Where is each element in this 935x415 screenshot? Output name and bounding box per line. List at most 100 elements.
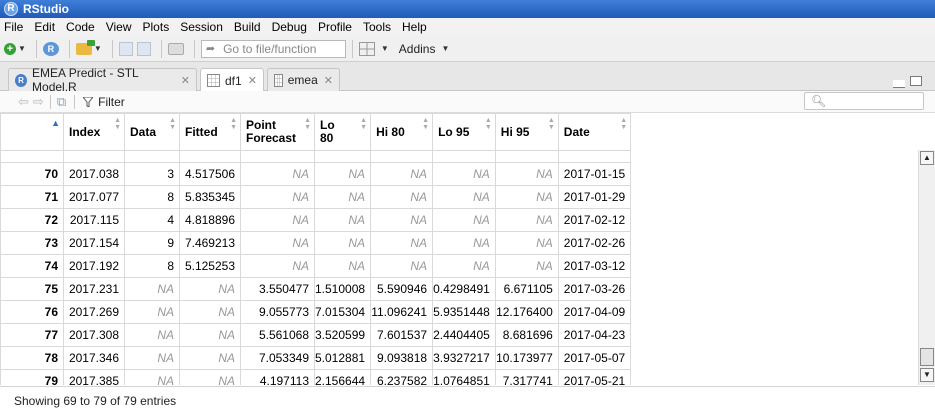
table-cell: 11.096241 [370,300,434,324]
row-number-cell: 76 [0,300,64,324]
table-cell [313,150,372,163]
table-row: 77 2017.308 NA NA 5.561068 3.520599 7.601537 2.… [0,323,632,347]
scrollbar-thumb[interactable] [920,348,934,366]
minimize-pane-button[interactable] [893,80,905,88]
close-icon[interactable]: ✕ [181,74,190,87]
column-header-rownum[interactable]: ▲ [0,113,64,151]
table-row: 74 2017.192 8 5.125253 NA NA NA NA NA 2017-03-12 [0,254,632,278]
row-number-cell: 71 [0,185,64,209]
table-cell: NA [240,185,315,209]
menu-view[interactable]: View [106,20,132,34]
table-cell: NA [494,208,559,232]
column-header[interactable]: Lo 80 ▲ ▼ [313,113,372,151]
column-header[interactable]: Index ▲ ▼ [63,113,125,151]
tab-emea-predict-script[interactable]: R EMEA Predict - STL Model.R ✕ [8,66,197,94]
window-title: RStudio [23,2,69,16]
sort-icon: ▲ ▼ [230,117,237,131]
column-header[interactable]: Fitted ▲ ▼ [179,113,241,151]
tab-df1[interactable]: df1 ✕ [200,68,264,92]
table-cell: NA [370,254,434,278]
print-button[interactable] [167,39,184,59]
addins-button[interactable]: Addins ▼ [393,39,450,59]
menu-build[interactable]: Build [234,20,261,34]
back-arrow-icon[interactable]: ⇦ [18,94,29,110]
menu-debug[interactable]: Debug [272,20,307,34]
table-cell: NA [179,346,241,370]
new-file-button[interactable]: + ▼ [4,39,26,59]
table-cell: 7.317741 [494,369,559,385]
menu-plots[interactable]: Plots [143,20,170,34]
new-project-button[interactable]: R [42,39,59,59]
menu-profile[interactable]: Profile [318,20,352,34]
save-all-button[interactable] [136,39,151,59]
table-cell: 2017.192 [63,254,125,278]
header-row: ▲ Index ▲ ▼ Data ▲ ▼ Fitted ▲ ▼ Point Forecast ▲ ▼ Lo… [0,113,632,151]
close-icon[interactable]: ✕ [324,74,333,87]
table-cell: 1.0764851 [432,369,496,385]
open-in-window-icon[interactable]: ⧉ [57,94,66,110]
table-cell: 0.4298491 [432,277,496,301]
menu-help[interactable]: Help [402,20,427,34]
table-cell: NA [124,323,180,347]
go-to-file-input[interactable]: ➦ Go to file/function [200,39,346,58]
forward-arrow-icon[interactable]: ⇨ [33,94,44,110]
column-header[interactable]: Hi 80 ▲ ▼ [370,113,434,151]
workspace-panes-button[interactable]: ▼ [358,39,389,59]
date-cell: 2017-04-23 [557,323,632,347]
date-cell: 2017-04-09 [557,300,632,324]
table-row: 75 2017.231 NA NA 3.550477 1.510008 5.590946 0.… [0,277,632,301]
table-cell: NA [313,185,372,209]
scroll-down-arrow-icon[interactable]: ▼ [920,368,934,382]
table-cell [494,150,559,163]
save-all-icon [136,41,151,56]
chevron-down-icon: ▼ [93,44,102,53]
menu-tools[interactable]: Tools [363,20,391,34]
print-icon [167,42,184,55]
open-file-button[interactable]: ▼ [75,39,102,59]
close-icon[interactable]: ✕ [248,74,257,87]
menu-file[interactable]: File [4,20,23,34]
scroll-up-arrow-icon[interactable]: ▲ [920,151,934,165]
column-header[interactable]: Lo 95 ▲ ▼ [432,113,496,151]
grid-search-input[interactable]: 🔍︎ [804,92,924,110]
date-cell: 2017-02-26 [557,231,632,255]
table-cell: 10.173977 [494,346,559,370]
sort-ascending-icon: ▲ [51,118,60,128]
table-cell: 6.237582 [370,369,434,385]
table-cell: 2017.385 [63,369,125,385]
toolbar-divider [74,94,76,109]
table-cell: 9 [124,231,180,255]
sort-icon: ▲ ▼ [114,117,121,131]
table-cell: 4.517506 [179,162,241,186]
menu-session[interactable]: Session [180,20,223,34]
save-button[interactable] [118,39,133,59]
column-header[interactable]: Point Forecast ▲ ▼ [240,113,315,151]
sort-icon: ▲ ▼ [484,117,492,131]
row-number-cell: 77 [0,323,64,347]
maximize-pane-button[interactable] [910,76,922,86]
table-cell [240,150,315,163]
column-header[interactable]: Data ▲ ▼ [124,113,180,151]
table-cell: 9.055773 [240,300,315,324]
table-cell: NA [124,369,180,385]
menu-code[interactable]: Code [66,20,95,34]
search-icon: 🔍︎ [811,94,827,108]
table-cell: NA [370,185,434,209]
plus-icon: + [4,42,16,55]
column-header[interactable]: Date ▲ ▼ [557,113,632,151]
date-cell: 2017-01-29 [557,185,632,209]
editor-tab-strip: R EMEA Predict - STL Model.R ✕ df1 ✕ eme… [0,62,935,94]
tab-emea[interactable]: emea ✕ [267,68,340,91]
table-cell: 6.671105 [494,277,559,301]
column-header[interactable]: Hi 95 ▲ ▼ [494,113,559,151]
table-row: 72 2017.115 4 4.818896 NA NA NA NA NA 2017-02-12 [0,208,632,232]
filter-button[interactable]: Filter [83,95,125,109]
vertical-scrollbar[interactable]: ▲ ▼ [918,150,935,385]
table-cell: 2017.308 [63,323,125,347]
table-cell: 3.520599 [313,323,372,347]
date-cell: 2017-05-07 [557,346,632,370]
table-cell: NA [240,208,315,232]
table-cell: NA [179,277,241,301]
table-cell: 2017.077 [63,185,125,209]
menu-edit[interactable]: Edit [34,20,55,34]
